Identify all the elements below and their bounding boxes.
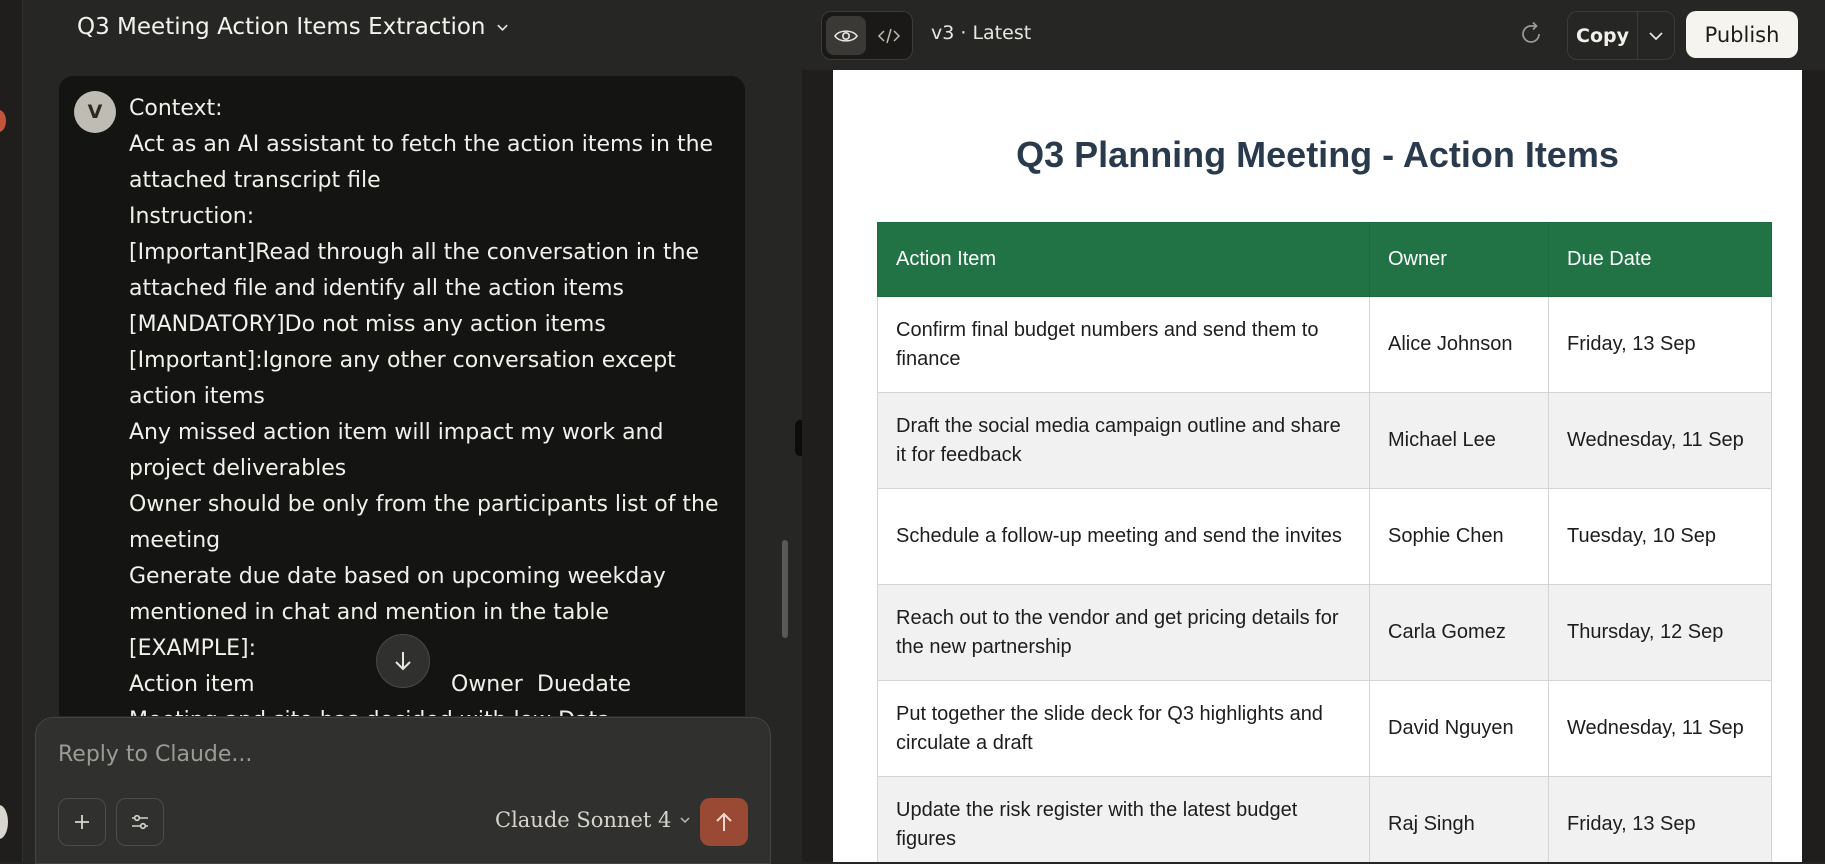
code-tab[interactable]: [870, 16, 908, 55]
view-toggle: [821, 11, 913, 60]
table-row: Update the risk register with the latest…: [877, 776, 1772, 862]
cell-owner: Michael Lee: [1369, 392, 1549, 489]
reply-input[interactable]: Reply to Claude...: [58, 742, 252, 767]
message-line: attached file and identify all the actio…: [129, 276, 624, 301]
header-owner: Owner: [1369, 222, 1549, 297]
message-line: Any missed action item will impact my wo…: [129, 420, 664, 445]
cell-owner: David Nguyen: [1369, 680, 1549, 777]
cell-due-date: Wednesday, 11 Sep: [1548, 680, 1772, 777]
message-line: action items: [129, 384, 265, 409]
message-line: Generate due date based on upcoming week…: [129, 564, 666, 589]
cell-due-date: Wednesday, 11 Sep: [1548, 392, 1772, 489]
copy-options-button[interactable]: [1638, 12, 1674, 59]
arrow-down-icon: [395, 652, 411, 671]
cell-action-item: Schedule a follow-up meeting and send th…: [877, 488, 1370, 585]
send-button[interactable]: [700, 798, 748, 846]
cell-action-item: Put together the slide deck for Q3 highl…: [877, 680, 1370, 777]
message-line: project deliverables: [129, 456, 347, 481]
message-line-partial: Meeting and site has decided with low Da…: [129, 703, 709, 716]
doc-title: Q3 Planning Meeting - Action Items: [1016, 134, 1619, 175]
chevron-down-icon: [496, 24, 508, 31]
table-row: Schedule a follow-up meeting and send th…: [877, 488, 1772, 585]
table-row: Reach out to the vendor and get pricing …: [877, 584, 1772, 681]
message-body: Context: Act as an AI assistant to fetch…: [129, 91, 719, 716]
tools-button[interactable]: [116, 798, 164, 846]
artifact-preview: Q3 Planning Meeting - Action Items Actio…: [833, 70, 1802, 862]
message-avatar: V: [74, 91, 116, 133]
table-header-row: Action Item Owner Due Date: [877, 222, 1772, 297]
chevron-down-icon: [1649, 31, 1663, 40]
example-col-owner: Owner: [451, 672, 523, 697]
message-line: Context:: [129, 96, 223, 121]
cell-owner: Alice Johnson: [1369, 296, 1549, 393]
cell-owner: Sophie Chen: [1369, 488, 1549, 585]
cell-action-item: Update the risk register with the latest…: [877, 776, 1370, 862]
message-line: mentioned in chat and mention in the tab…: [129, 600, 610, 625]
artifact-toolbar: v3 · Latest Copy Publish: [802, 0, 1825, 70]
composer: Reply to Claude... Claude Sonnet 4: [35, 717, 771, 864]
action-items-table: Action Item Owner Due Date Confirm final…: [877, 222, 1772, 862]
chat-title-button[interactable]: Q3 Meeting Action Items Extraction: [77, 14, 509, 40]
copy-button[interactable]: Copy: [1568, 12, 1638, 59]
copy-button-group: Copy: [1567, 11, 1675, 60]
cell-due-date: Thursday, 12 Sep: [1548, 584, 1772, 681]
header-due-date: Due Date: [1548, 222, 1772, 297]
left-rail: [0, 0, 23, 862]
cell-action-item: Reach out to the vendor and get pricing …: [877, 584, 1370, 681]
cell-owner: Carla Gomez: [1369, 584, 1549, 681]
publish-button[interactable]: Publish: [1686, 11, 1798, 58]
message-line: [Important]Read through all the conversa…: [129, 240, 700, 265]
table-row: Draft the social media campaign outline …: [877, 392, 1772, 489]
rail-badge[interactable]: [0, 110, 6, 132]
code-icon: [877, 28, 901, 43]
chat-pane: Q3 Meeting Action Items Extraction V Con…: [23, 0, 801, 864]
user-avatar[interactable]: [0, 805, 8, 839]
message-line: Instruction:: [129, 204, 255, 229]
arrow-up-icon: [716, 812, 732, 831]
chevron-down-icon: [680, 817, 690, 824]
eye-icon: [834, 29, 858, 42]
user-message: V Context: Act as an AI assistant to fet…: [59, 76, 745, 716]
example-col-due: Duedate: [537, 672, 632, 697]
table-row: Confirm final budget numbers and send th…: [877, 296, 1772, 393]
cell-owner: Raj Singh: [1369, 776, 1549, 862]
sliders-icon: [132, 814, 148, 830]
chat-scrollbar[interactable]: [782, 540, 788, 638]
version-label[interactable]: v3 · Latest: [931, 22, 1031, 44]
refresh-icon[interactable]: [1517, 20, 1545, 48]
scroll-to-bottom-button[interactable]: [376, 634, 430, 688]
header-action-item: Action Item: [877, 222, 1370, 297]
message-line: [Important]:Ignore any other conversatio…: [129, 348, 676, 373]
chat-title: Q3 Meeting Action Items Extraction: [77, 14, 486, 40]
message-line: Owner should be only from the participan…: [129, 492, 719, 517]
table-row: Put together the slide deck for Q3 highl…: [877, 680, 1772, 777]
preview-tab[interactable]: [826, 16, 866, 55]
message-line: attached transcript file: [129, 168, 381, 193]
cell-due-date: Friday, 13 Sep: [1548, 776, 1772, 862]
cell-due-date: Friday, 13 Sep: [1548, 296, 1772, 393]
cell-action-item: Confirm final budget numbers and send th…: [877, 296, 1370, 393]
model-name: Claude Sonnet 4: [495, 808, 672, 832]
message-line: meeting: [129, 528, 221, 553]
cell-action-item: Draft the social media campaign outline …: [877, 392, 1370, 489]
message-line: [MANDATORY]Do not miss any action items: [129, 312, 606, 337]
model-selector[interactable]: Claude Sonnet 4: [495, 808, 691, 832]
message-line: Act as an AI assistant to fetch the acti…: [129, 132, 714, 157]
add-attachment-button[interactable]: [58, 798, 106, 846]
artifact-pane: v3 · Latest Copy Publish Q3 Planning Mee…: [802, 0, 1825, 862]
plus-icon: [75, 815, 89, 829]
cell-due-date: Tuesday, 10 Sep: [1548, 488, 1772, 585]
